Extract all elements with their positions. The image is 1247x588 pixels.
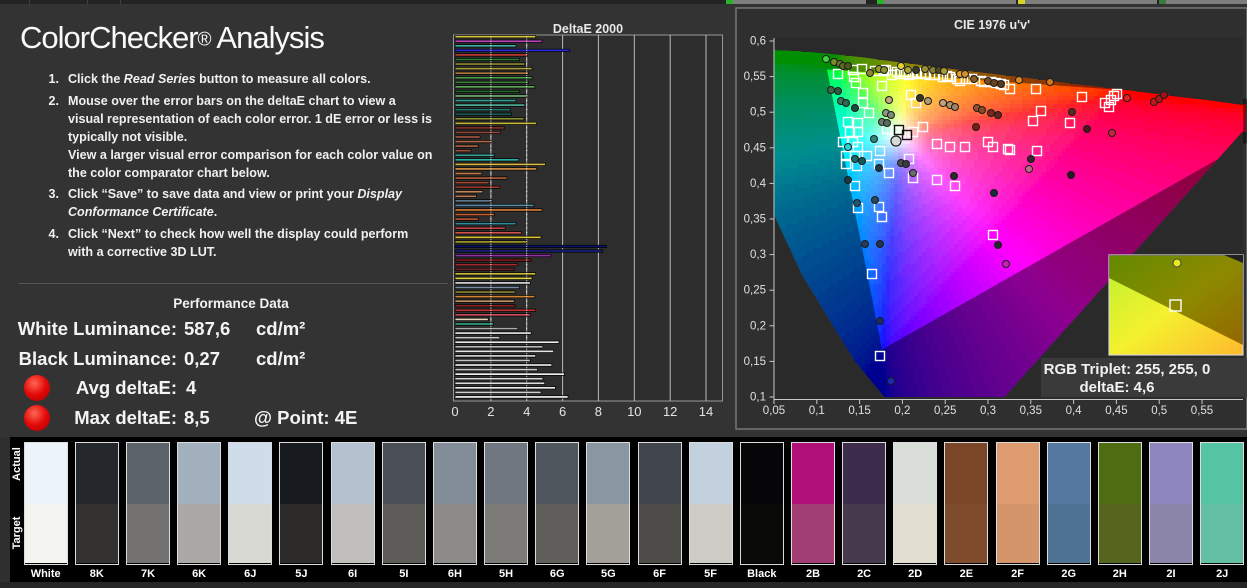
svg-text:0,1: 0,1	[750, 392, 766, 404]
svg-text:0,05: 0,05	[763, 405, 785, 417]
svg-text:12: 12	[663, 404, 677, 419]
svg-text:0,25: 0,25	[744, 285, 766, 297]
svg-text:2: 2	[487, 404, 494, 419]
svg-text:0,55: 0,55	[1191, 405, 1213, 417]
svg-text:10: 10	[627, 404, 641, 419]
svg-text:0,55: 0,55	[744, 71, 766, 83]
svg-text:4: 4	[523, 404, 530, 419]
svg-text:0,6: 0,6	[750, 36, 766, 48]
svg-text:0,3: 0,3	[980, 405, 996, 417]
svg-text:0,15: 0,15	[744, 356, 766, 368]
svg-text:CIE 1976 u'v': CIE 1976 u'v'	[954, 18, 1030, 32]
svg-text:deltaE: 4,6: deltaE: 4,6	[1079, 379, 1154, 396]
svg-text:0,4: 0,4	[750, 178, 767, 190]
svg-text:14: 14	[699, 404, 713, 419]
svg-text:0,2: 0,2	[894, 405, 910, 417]
svg-text:DeltaE 2000: DeltaE 2000	[553, 22, 623, 36]
svg-text:0,35: 0,35	[744, 214, 766, 226]
svg-text:6: 6	[559, 404, 566, 419]
svg-text:0,25: 0,25	[934, 405, 956, 417]
svg-text:RGB Triplet: 255, 255, 0: RGB Triplet: 255, 255, 0	[1044, 361, 1211, 378]
svg-text:0,2: 0,2	[750, 320, 766, 332]
svg-text:0,3: 0,3	[750, 249, 766, 261]
svg-text:0,45: 0,45	[744, 142, 766, 154]
svg-text:0,15: 0,15	[848, 405, 870, 417]
svg-text:0,1: 0,1	[809, 405, 825, 417]
svg-text:0,35: 0,35	[1020, 405, 1042, 417]
svg-text:0,4: 0,4	[1066, 405, 1083, 417]
svg-text:0,5: 0,5	[1151, 405, 1167, 417]
svg-text:0,5: 0,5	[750, 107, 766, 119]
svg-text:8: 8	[595, 404, 602, 419]
svg-text:0: 0	[451, 404, 458, 419]
svg-text:0,45: 0,45	[1105, 405, 1127, 417]
